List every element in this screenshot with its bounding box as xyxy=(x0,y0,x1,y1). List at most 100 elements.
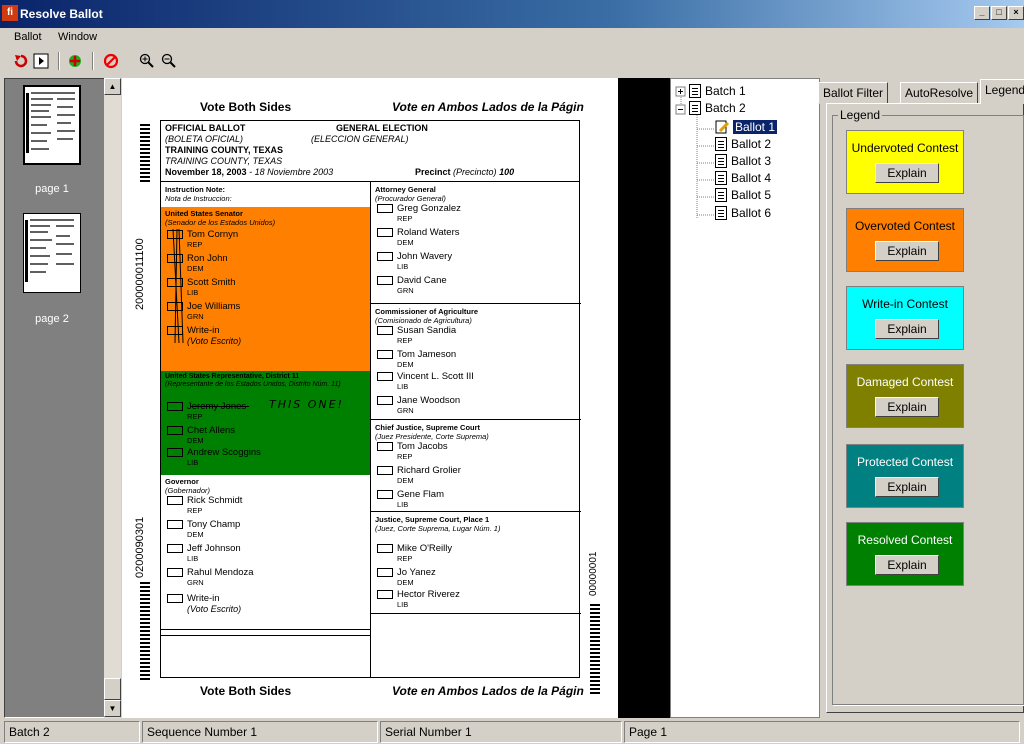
legend-item-label: Protected Contest xyxy=(856,455,954,469)
explain-write-in-button[interactable]: Explain xyxy=(875,319,939,339)
candidate-party: LIB xyxy=(397,600,409,609)
general-election-es: (ELECCION GENERAL) xyxy=(311,134,409,144)
tab-autoresolve[interactable]: AutoResolve xyxy=(900,82,979,104)
contest-representative[interactable]: United States Representative, District 1… xyxy=(161,371,370,475)
candidate-party: GRN xyxy=(397,286,414,295)
minimize-button[interactable]: _ xyxy=(974,6,990,20)
tree-ballot-6[interactable]: Ballot 6 xyxy=(715,206,771,220)
tree-ballot-4[interactable]: Ballot 4 xyxy=(715,171,771,185)
legend-damaged: Damaged Contest Explain xyxy=(846,364,964,428)
page-1-thumbnail[interactable] xyxy=(23,85,81,165)
contest-title: Commissioner of Agriculture xyxy=(375,307,479,316)
scroll-thumb[interactable] xyxy=(104,678,121,700)
candidate-party: DEM xyxy=(397,238,414,247)
contest-senator[interactable]: United States Senator (Senador de los Es… xyxy=(161,207,370,371)
vote-both-sides-bottom: Vote Both Sides xyxy=(200,684,292,698)
scroll-down-button[interactable]: ▼ xyxy=(104,700,121,717)
tree-label: Ballot 4 xyxy=(731,171,772,185)
tree-batch-2[interactable]: Batch 2 xyxy=(689,101,746,115)
menu-window[interactable]: Window xyxy=(58,31,97,43)
tree-batch-1[interactable]: Batch 1 xyxy=(689,84,746,98)
candidate-party: REP xyxy=(397,336,413,345)
precinct-number: 100 xyxy=(499,167,515,177)
close-button[interactable]: × xyxy=(1008,6,1024,20)
ballot-image-border xyxy=(618,78,670,718)
tree-label: Ballot 5 xyxy=(731,188,772,202)
maximize-button[interactable]: □ xyxy=(991,6,1007,20)
vote-both-sides-top: Vote Both Sides xyxy=(200,100,292,114)
undo-icon[interactable] xyxy=(12,52,30,70)
candidate-name: Gene Flam xyxy=(397,489,444,500)
status-sequence: Sequence Number 1 xyxy=(142,721,378,743)
contest-title: Justice, Supreme Court, Place 1 xyxy=(375,515,490,524)
menu-ballot[interactable]: Ballot xyxy=(14,31,42,43)
candidate-party: GRN xyxy=(187,578,204,587)
legend-item-label: Write-in Contest xyxy=(862,297,948,311)
tree-ballot-3[interactable]: Ballot 3 xyxy=(715,154,771,168)
candidate-name: Tom Jameson xyxy=(397,349,457,360)
title-bar: fi Resolve Ballot _ □ × xyxy=(0,0,1024,28)
tree-label: Ballot 2 xyxy=(731,137,772,151)
page-2-thumbnail[interactable] xyxy=(23,213,81,293)
tree-label: Ballot 6 xyxy=(731,206,772,220)
barcode-right-bottom xyxy=(590,604,600,694)
explain-overvoted-button[interactable]: Explain xyxy=(875,241,939,261)
candidate-name: David Cane xyxy=(397,275,447,286)
batch-tree: Batch 1 Batch 2 Ballot 1 Ballot 2 Ballot… xyxy=(670,78,820,718)
contest-justice-place-1[interactable]: Justice, Supreme Court, Place 1 (Juez, C… xyxy=(371,513,581,613)
scroll-up-button[interactable]: ▲ xyxy=(104,78,121,95)
zoom-out-icon[interactable] xyxy=(160,52,178,70)
cancel-icon[interactable] xyxy=(102,52,120,70)
candidate-name: Vincent L. Scott III xyxy=(397,371,474,382)
tree-ballot-2[interactable]: Ballot 2 xyxy=(715,137,771,151)
contest-title: United States Representative, District 1… xyxy=(165,373,300,380)
legend-undervoted: Undervoted Contest Explain xyxy=(846,130,964,194)
explain-resolved-button[interactable]: Explain xyxy=(875,555,939,575)
candidate-name: Greg Gonzalez xyxy=(397,203,461,214)
candidate-party: REP xyxy=(397,554,413,563)
candidate-name: Jo Yanez xyxy=(397,567,436,578)
candidate-name: Jeff Johnson xyxy=(187,543,241,554)
instruction-title: Instruction Note: xyxy=(165,185,225,194)
explain-damaged-button[interactable]: Explain xyxy=(875,397,939,417)
ballot-serial-left: 200000011100 xyxy=(134,238,146,310)
ballot-serial-right: 00000001 xyxy=(588,551,599,597)
zoom-in-icon[interactable] xyxy=(138,52,156,70)
contest-title: Attorney General xyxy=(375,185,436,194)
batch-icon xyxy=(689,84,701,98)
tree-label: Ballot 3 xyxy=(731,154,772,168)
county-es: TRAINING COUNTY, TEXAS xyxy=(165,156,283,166)
explain-protected-button[interactable]: Explain xyxy=(875,477,939,497)
candidate-name: Hector Riverez xyxy=(397,589,460,600)
status-serial: Serial Number 1 xyxy=(380,721,622,743)
next-icon[interactable] xyxy=(32,52,50,70)
ballot-serial-left-bottom: 0200090301 xyxy=(134,516,146,578)
tab-ballot-filter[interactable]: Ballot Filter xyxy=(818,82,889,104)
candidate-name: Rahul Mendoza xyxy=(187,567,254,578)
pen-marks xyxy=(172,228,184,344)
contest-chief-justice[interactable]: Chief Justice, Supreme Court (Juez Presi… xyxy=(371,421,581,511)
ballot-doc-icon xyxy=(715,171,727,185)
ballot-doc-icon xyxy=(715,137,727,151)
tree-ballot-5[interactable]: Ballot 5 xyxy=(715,188,771,202)
contest-agriculture[interactable]: Commissioner of Agriculture (Comisionado… xyxy=(371,305,581,417)
contest-subtitle: (Comisionado de Agricultura) xyxy=(375,316,472,325)
tab-legend[interactable]: Legend xyxy=(980,79,1024,104)
explain-undervoted-button[interactable]: Explain xyxy=(875,163,939,183)
status-page: Page 1 xyxy=(624,721,1020,743)
legend-item-label: Damaged Contest xyxy=(856,375,954,389)
candidate-party: REP xyxy=(187,412,203,421)
resolve-icon[interactable] xyxy=(66,52,84,70)
contest-subtitle: (Juez, Corte Suprema, Lugar Núm. 1) xyxy=(375,524,501,533)
barcode-left-top xyxy=(140,124,150,184)
contest-governor[interactable]: Governor (Gobernador) Rick Schmidt REP To… xyxy=(161,475,370,635)
official-ballot-es: (BOLETA OFICIAL) xyxy=(165,134,244,144)
vertical-scrollbar[interactable]: ▲ ▼ xyxy=(104,78,121,718)
contest-attorney-general[interactable]: Attorney General (Procurador General) Gr… xyxy=(371,183,581,303)
tree-ballot-1[interactable]: Ballot 1 xyxy=(715,120,778,134)
edit-ballot-icon xyxy=(715,120,729,134)
page-1-label: page 1 xyxy=(35,183,69,195)
candidate-name: Tom Jacobs xyxy=(397,441,448,452)
precinct-label: Precinct xyxy=(415,167,451,177)
contest-title: Chief Justice, Supreme Court xyxy=(375,423,481,432)
